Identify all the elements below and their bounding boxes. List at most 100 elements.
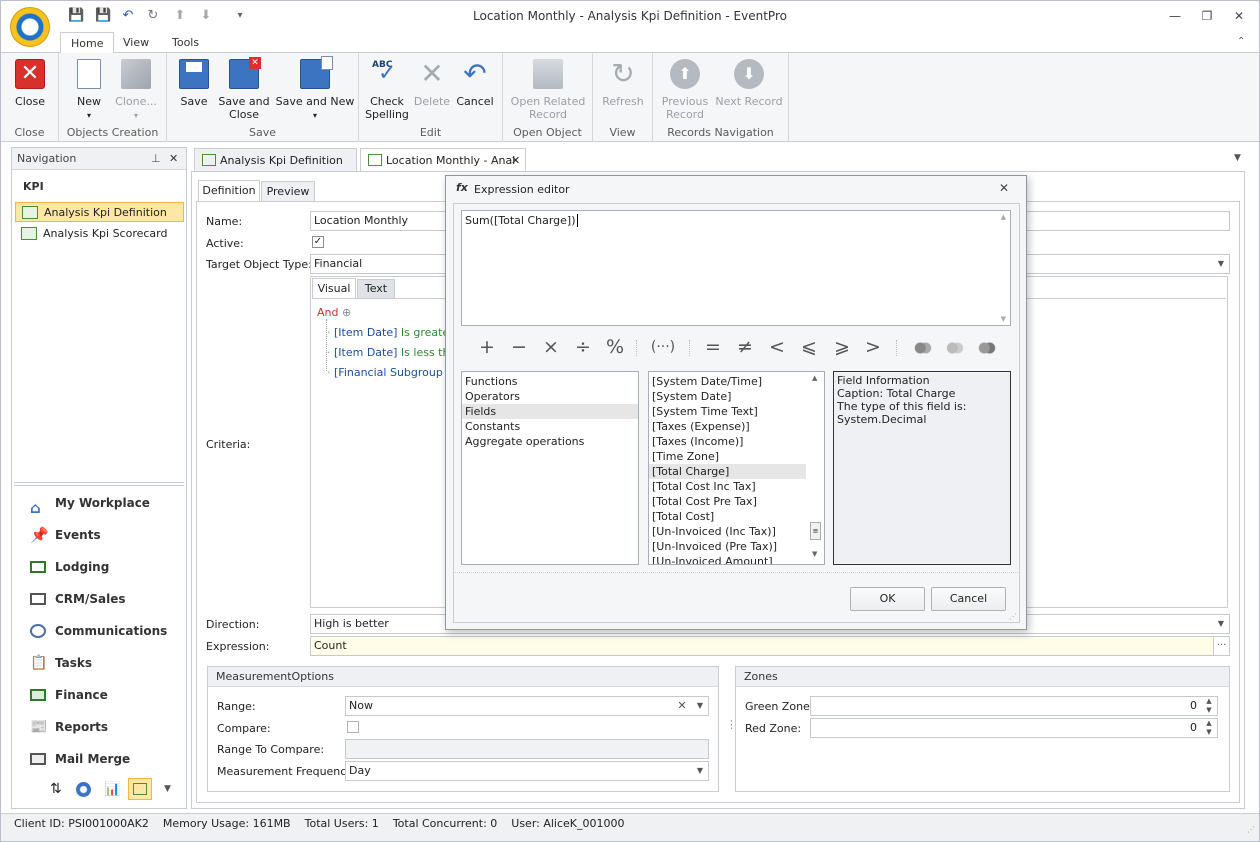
range-to-compare-field[interactable] (345, 739, 709, 759)
save-and-new-button[interactable]: Save and New ▾ (275, 56, 355, 122)
add-condition-icon[interactable]: ⊕ (342, 306, 351, 319)
operator-greater-equal-button[interactable]: ⩾ (831, 336, 853, 358)
minimize-icon[interactable]: — (1165, 7, 1185, 25)
dialog-close-icon[interactable]: ✕ (999, 181, 1009, 195)
logical-not-icon[interactable] (978, 341, 996, 355)
module-reports[interactable]: 📰 Reports (22, 714, 182, 740)
nav-item-analysis-kpi-definition[interactable]: Analysis Kpi Definition (15, 202, 184, 222)
more-modules-icon[interactable]: ▼ (164, 784, 171, 794)
field-item[interactable]: [Un-Invoiced Amount] (649, 554, 824, 564)
spin-arrows-icon[interactable]: ▲ ▼ (1201, 719, 1217, 737)
fields-list[interactable]: [System Date/Time] [System Date] [System… (648, 371, 825, 565)
field-item[interactable]: [Un-Invoiced (Pre Tax)] (649, 539, 824, 554)
globe-icon[interactable] (76, 782, 91, 797)
chevron-down-icon[interactable]: ▼ (692, 697, 708, 715)
pin-icon[interactable]: ⊥ (151, 148, 161, 170)
next-record-button[interactable]: ⬇ Next Record (715, 57, 783, 108)
operator-greater-button[interactable]: > (862, 336, 884, 358)
field-item[interactable]: [Taxes (Income)] (649, 434, 824, 449)
tab-view[interactable]: View (113, 32, 159, 54)
operator-less-equal-button[interactable]: ⩽ (798, 336, 820, 358)
module-my-workplace[interactable]: ⌂ My Workplace (22, 490, 182, 517)
category-list[interactable]: Functions Operators Fields Constants Agg… (461, 371, 639, 565)
cancel-button[interactable]: ↶ Cancel (455, 57, 495, 109)
criteria-condition[interactable]: · [Item Date] Is greater (327, 326, 454, 339)
module-mail-merge[interactable]: Mail Merge (22, 746, 182, 772)
scroll-down-icon[interactable]: ▼ (1001, 315, 1006, 323)
close-tab-icon[interactable]: ✕ (511, 149, 520, 172)
tab-home[interactable]: Home (60, 32, 115, 54)
module-communications[interactable]: Communications (22, 618, 182, 644)
clone-button[interactable]: Clone... ▾ (111, 57, 161, 122)
data-exchange-icon[interactable]: ⇅ (50, 781, 62, 797)
compare-checkbox[interactable] (347, 721, 359, 733)
collapse-ribbon-icon[interactable]: ⌃ (1237, 36, 1245, 47)
operator-plus-button[interactable]: + (476, 336, 498, 358)
doc-tab-location-monthly[interactable]: Location Monthly - Anal ✕ (360, 148, 526, 172)
expression-field[interactable]: Count ··· (310, 636, 1230, 656)
condition-field[interactable]: [Financial Subgroup Ty (334, 366, 458, 379)
nav-item-analysis-kpi-scorecard[interactable]: Analysis Kpi Scorecard (15, 224, 184, 244)
close-nav-icon[interactable]: ✕ (169, 148, 178, 170)
open-related-record-button[interactable]: Open Related Record (509, 57, 587, 121)
expression-textarea[interactable]: Sum([Total Charge]) ▲ ▼ (461, 210, 1011, 326)
module-events[interactable]: 📌 Events (22, 522, 182, 548)
previous-record-button[interactable]: ⬆ Previous Record (659, 57, 711, 121)
spin-arrows-icon[interactable]: ▲ ▼ (1201, 697, 1217, 715)
resize-grip-icon[interactable]: ⋰ (1009, 612, 1017, 621)
cancel-dialog-button[interactable]: Cancel (931, 587, 1006, 611)
field-item[interactable]: [Time Zone] (649, 449, 824, 464)
criteria-tab-visual[interactable]: Visual (312, 278, 356, 299)
category-constants[interactable]: Constants (462, 419, 638, 434)
category-aggregate-operations[interactable]: Aggregate operations (462, 434, 638, 449)
operator-not-equal-button[interactable]: ≠ (734, 336, 756, 358)
criteria-condition[interactable]: · [Item Date] Is less tha (327, 346, 456, 359)
range-select[interactable]: Now ✕ ▼ (345, 696, 709, 716)
operator-less-button[interactable]: < (766, 336, 788, 358)
scroll-down-icon[interactable]: ▼ (812, 550, 817, 558)
save-button[interactable]: Save (175, 57, 213, 108)
field-item[interactable]: [System Date/Time] (649, 374, 824, 389)
refresh-button[interactable]: ↻ Refresh (599, 57, 647, 109)
nav-splitter[interactable] (14, 482, 184, 486)
module-tasks[interactable]: 📋 Tasks (22, 650, 182, 676)
check-spelling-button[interactable]: ABC ✓ Check Spelling (365, 57, 409, 121)
criteria-condition[interactable]: · [Financial Subgroup Ty (327, 366, 458, 379)
ok-button[interactable]: OK (850, 587, 925, 611)
operator-equal-button[interactable]: = (702, 336, 724, 358)
operator-parentheses-button[interactable]: (···) (646, 336, 680, 358)
field-item[interactable]: [System Time Text] (649, 404, 824, 419)
scroll-up-icon[interactable]: ▲ (812, 374, 817, 382)
green-zone-spinner[interactable]: 0 ▲ ▼ (810, 696, 1218, 716)
kpi-module-icon[interactable] (128, 778, 152, 800)
category-functions[interactable]: Functions (462, 374, 638, 389)
ellipsis-icon[interactable]: ··· (1213, 637, 1229, 655)
scroll-up-icon[interactable]: ▲ (1001, 213, 1006, 221)
status-resize-grip-icon[interactable]: ⋰ (1247, 820, 1255, 840)
tab-list-dropdown-icon[interactable]: ▼ (1234, 153, 1241, 163)
logical-and-icon[interactable] (914, 341, 932, 355)
operator-divide-button[interactable]: ÷ (572, 336, 594, 358)
scroll-thumb[interactable]: ≡ (810, 522, 821, 540)
field-item[interactable]: [Total Cost] (649, 509, 824, 524)
field-item[interactable]: [Un-Invoiced (Inc Tax)] (649, 524, 824, 539)
field-item[interactable]: [Taxes (Expense)] (649, 419, 824, 434)
save-and-close-button[interactable]: ✕ Save and Close (217, 57, 271, 121)
chevron-down-icon[interactable]: ▼ (1213, 255, 1229, 273)
operator-minus-button[interactable]: − (508, 336, 530, 358)
subtab-definition[interactable]: Definition (198, 180, 260, 202)
delete-button[interactable]: ✕ Delete (413, 57, 451, 109)
red-zone-spinner[interactable]: 0 ▲ ▼ (810, 718, 1218, 738)
new-button[interactable]: New ▾ (71, 57, 107, 122)
operator-modulo-button[interactable]: % (604, 336, 626, 358)
operator-multiply-button[interactable]: × (540, 336, 562, 358)
chevron-down-icon[interactable]: ▼ (1213, 615, 1229, 633)
field-item[interactable]: [System Date] (649, 389, 824, 404)
field-item[interactable]: [Total Cost Pre Tax] (649, 494, 824, 509)
measurement-frequency-select[interactable]: Day ▼ (345, 761, 709, 781)
criteria-and-group[interactable]: And ⊕ (317, 306, 351, 319)
field-item-selected[interactable]: [Total Charge] (649, 464, 806, 479)
condition-field[interactable]: [Item Date] (334, 346, 397, 359)
criteria-tab-text[interactable]: Text (357, 279, 395, 299)
close-window-icon[interactable]: ✕ (1229, 7, 1249, 25)
